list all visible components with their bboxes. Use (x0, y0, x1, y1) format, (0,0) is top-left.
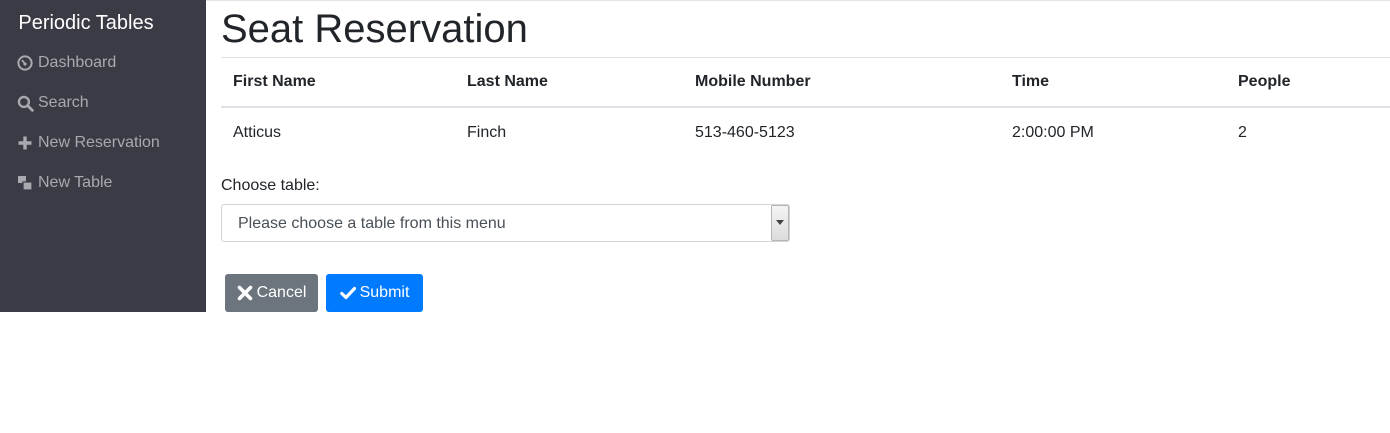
sidebar-item-new-reservation[interactable]: New Reservation (16, 131, 160, 155)
sidebar-item-label: Search (38, 94, 89, 111)
cell-mobile-number: 513-460-5123 (695, 124, 795, 141)
table-row: Atticus Finch 513-460-5123 2:00:00 PM 2 (221, 107, 1390, 158)
table-select[interactable]: Please choose a table from this menu (221, 204, 790, 242)
column-header-first-name: First Name (221, 58, 455, 108)
search-icon (16, 94, 34, 112)
plus-icon (16, 134, 34, 152)
submit-button-label: Submit (359, 284, 410, 301)
cancel-button[interactable]: Cancel (225, 274, 318, 312)
cell-first-name: Atticus (233, 124, 282, 141)
reservation-table: First Name Last Name Mobile Number Time … (221, 58, 1390, 158)
column-header-mobile-number: Mobile Number (683, 58, 1000, 108)
sidebar: Periodic Tables Dashboard Search New Res… (0, 0, 206, 312)
cell-time: 2:00:00 PM (1012, 124, 1094, 141)
column-header-people: People (1226, 58, 1390, 108)
column-header-last-name: Last Name (455, 58, 683, 108)
close-icon (237, 285, 253, 301)
cell-people: 2 (1238, 124, 1247, 141)
sidebar-item-label: New Table (38, 174, 113, 191)
column-header-time: Time (1000, 58, 1226, 108)
check-icon (339, 285, 356, 301)
choose-table-label: Choose table: (221, 177, 320, 194)
sidebar-item-label: Dashboard (38, 54, 117, 71)
sidebar-item-label: New Reservation (38, 134, 160, 151)
sidebar-item-search[interactable]: Search (16, 91, 89, 115)
sidebar-item-dashboard[interactable]: Dashboard (16, 51, 116, 75)
table-header-row: First Name Last Name Mobile Number Time … (221, 58, 1390, 108)
chevron-down-icon[interactable] (771, 205, 789, 241)
table-select-value: Please choose a table from this menu (238, 215, 506, 232)
dashboard-icon (16, 54, 34, 72)
tables-icon (16, 174, 34, 192)
sidebar-item-new-table[interactable]: New Table (16, 171, 112, 195)
page-title: Seat Reservation (221, 7, 528, 51)
submit-button[interactable]: Submit (326, 274, 423, 312)
cell-last-name: Finch (467, 124, 507, 141)
cancel-button-label: Cancel (256, 284, 307, 301)
app-brand[interactable]: Periodic Tables (0, 10, 172, 36)
top-border (0, 0, 1390, 1)
